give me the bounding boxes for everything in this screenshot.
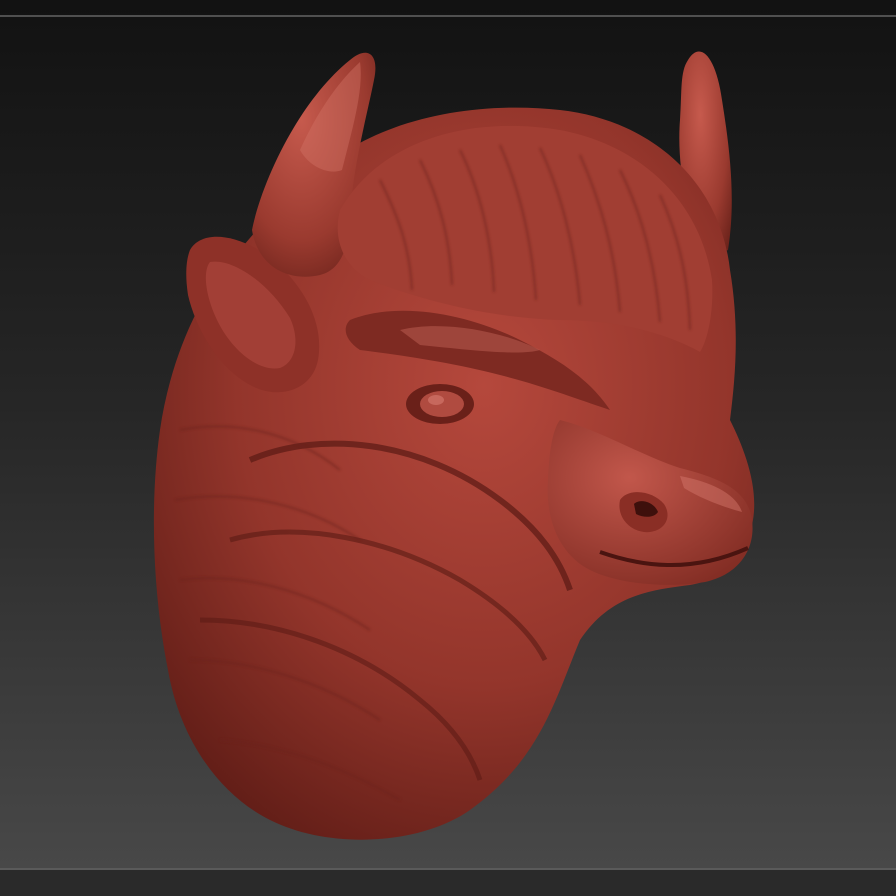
viewport-canvas[interactable] [0,0,896,896]
viewport-top-border [0,15,896,17]
sculpt-viewport[interactable] [0,0,896,896]
eye-ball [420,391,464,417]
eye-highlight [428,395,444,405]
bottom-shelf [0,870,896,896]
